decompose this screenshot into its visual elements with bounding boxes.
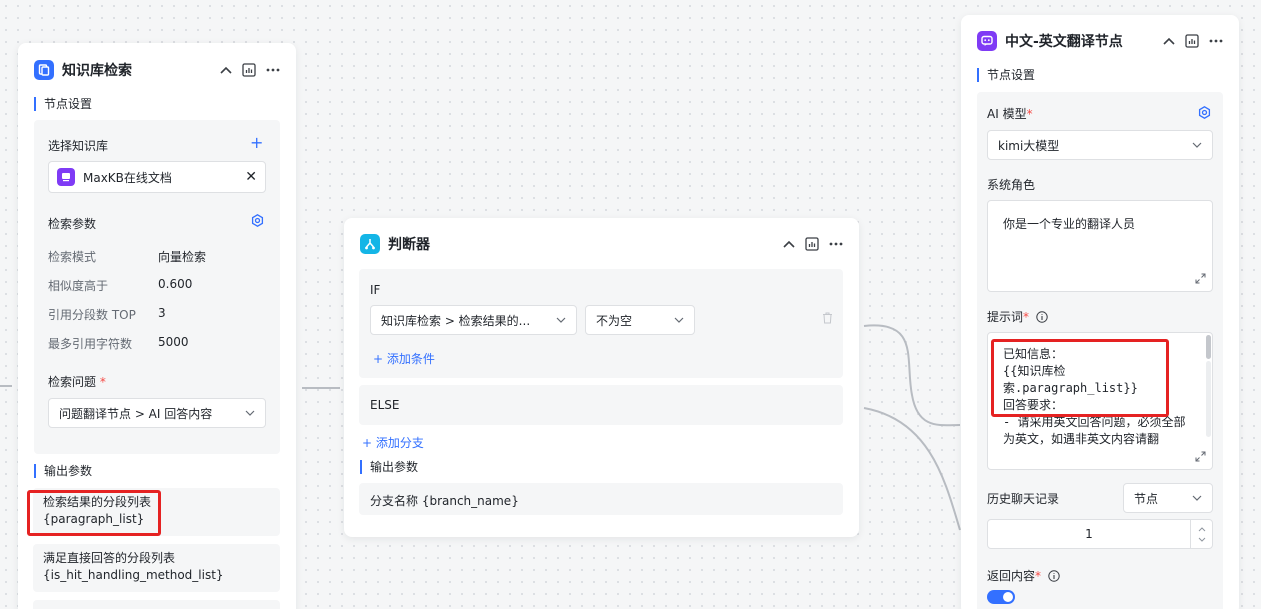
select-kb-label: 选择知识库 bbox=[48, 137, 108, 154]
output-item: 满足直接回答的分段列表 {is_hit_handling_method_list… bbox=[33, 544, 280, 592]
remove-kb-icon[interactable]: ✕ bbox=[245, 169, 257, 185]
history-unit-value: 节点 bbox=[1134, 490, 1192, 507]
chevron-down-icon bbox=[1192, 495, 1202, 501]
history-label: 历史聊天记录 bbox=[987, 490, 1059, 507]
prompt-label: 提示词* bbox=[987, 308, 1048, 325]
param-value: 5000 bbox=[158, 335, 189, 349]
question-label: 检索问题 * bbox=[48, 373, 106, 390]
condition-field-select[interactable]: 知识库检索 > 检索结果的... bbox=[370, 305, 577, 335]
kb-settings-panel: 选择知识库 + MaxKB在线文档 ✕ 检索参数 检索模式 向量检索 相似度高于… bbox=[34, 120, 280, 454]
kb-search-node[interactable]: 知识库检索 节点设置 选择知识库 + MaxKB在线文档 ✕ 检索参数 检索模式… bbox=[18, 43, 296, 609]
ai-model-label: AI 模型* bbox=[987, 105, 1033, 122]
info-icon bbox=[1036, 311, 1048, 323]
stats-icon[interactable] bbox=[242, 62, 256, 78]
chevron-down-icon bbox=[1192, 142, 1202, 148]
question-select[interactable]: 问题翻译节点 > AI 回答内容 bbox=[48, 398, 266, 428]
system-role-input[interactable]: 你是一个专业的翻译人员 bbox=[987, 200, 1213, 292]
trans-node-settings-label: 节点设置 bbox=[977, 68, 1035, 82]
selected-kb-chip[interactable]: MaxKB在线文档 ✕ bbox=[48, 161, 266, 193]
expand-icon[interactable] bbox=[1195, 273, 1206, 287]
info-icon bbox=[1048, 570, 1060, 582]
chevron-down-icon bbox=[674, 317, 684, 323]
trans-settings-panel: AI 模型* kimi大模型 系统角色 你是一个专业的翻译人员 提示词* 已知信… bbox=[977, 92, 1223, 609]
selected-kb-name: MaxKB在线文档 bbox=[83, 169, 245, 186]
system-role-label: 系统角色 bbox=[987, 176, 1035, 193]
highlight-box bbox=[27, 490, 161, 536]
search-params-settings-icon[interactable] bbox=[251, 214, 264, 230]
kb-node-settings-label: 节点设置 bbox=[34, 97, 92, 111]
param-label: 引用分段数 TOP bbox=[48, 306, 136, 323]
chevron-up-icon[interactable] bbox=[1198, 527, 1206, 532]
ai-model-select[interactable]: kimi大模型 bbox=[987, 130, 1213, 160]
expand-icon[interactable] bbox=[1195, 451, 1206, 465]
condition-operator-select[interactable]: 不为空 bbox=[585, 305, 695, 335]
delete-condition-icon[interactable] bbox=[822, 312, 833, 327]
chat-icon bbox=[977, 31, 997, 51]
param-value: 向量检索 bbox=[158, 248, 206, 265]
more-icon[interactable] bbox=[829, 236, 843, 252]
history-count-stepper[interactable]: 1 bbox=[987, 519, 1213, 549]
chevron-down-icon bbox=[556, 317, 566, 323]
add-kb-icon[interactable]: + bbox=[250, 133, 263, 152]
chevron-down-icon bbox=[245, 410, 255, 416]
output-item bbox=[33, 600, 280, 609]
collapse-icon[interactable] bbox=[1163, 33, 1175, 49]
if-label: IF bbox=[370, 283, 380, 297]
param-label: 检索模式 bbox=[48, 248, 96, 265]
param-value: 0.600 bbox=[158, 277, 192, 291]
ai-model-value: kimi大模型 bbox=[998, 137, 1192, 154]
collapse-icon[interactable] bbox=[220, 62, 232, 78]
highlight-box bbox=[991, 339, 1169, 417]
stats-icon[interactable] bbox=[1185, 33, 1199, 49]
condition-node-title: 判断器 bbox=[388, 234, 783, 254]
condition-field-value: 知识库检索 > 检索结果的... bbox=[381, 312, 550, 329]
kb-node-title: 知识库检索 bbox=[62, 60, 220, 80]
add-branch-button[interactable]: + 添加分支 bbox=[362, 434, 424, 451]
add-condition-button[interactable]: + 添加条件 bbox=[373, 350, 435, 367]
search-params-label: 检索参数 bbox=[48, 215, 96, 232]
else-label: ELSE bbox=[370, 398, 399, 412]
kb-node-icon bbox=[34, 60, 54, 80]
prompt-scroll-track bbox=[1206, 361, 1211, 437]
kb-output-label: 输出参数 bbox=[34, 464, 92, 478]
system-role-value: 你是一个专业的翻译人员 bbox=[1003, 215, 1135, 232]
param-label: 相似度高于 bbox=[48, 277, 108, 294]
branch-icon bbox=[360, 234, 380, 254]
history-count-value: 1 bbox=[988, 527, 1190, 541]
doc-icon bbox=[57, 168, 75, 186]
output-item: 分支名称 {branch_name} bbox=[359, 483, 843, 515]
param-label: 最多引用字符数 bbox=[48, 335, 132, 352]
translation-node[interactable]: 中文-英文翻译节点 节点设置 AI 模型* kimi大模型 系统角色 你是一个专… bbox=[961, 15, 1239, 609]
param-value: 3 bbox=[158, 306, 166, 320]
more-icon[interactable] bbox=[266, 62, 280, 78]
condition-operator-value: 不为空 bbox=[596, 312, 674, 329]
prompt-scrollbar[interactable] bbox=[1206, 335, 1211, 359]
model-settings-icon[interactable] bbox=[1198, 106, 1211, 122]
condition-node[interactable]: 判断器 IF 知识库检索 > 检索结果的... 不为空 + 添加条件 ELSE … bbox=[344, 218, 859, 537]
history-unit-select[interactable]: 节点 bbox=[1123, 483, 1213, 513]
translation-node-title: 中文-英文翻译节点 bbox=[1005, 31, 1163, 51]
return-content-label: 返回内容* bbox=[987, 567, 1060, 584]
collapse-icon[interactable] bbox=[783, 236, 795, 252]
more-icon[interactable] bbox=[1209, 33, 1223, 49]
stepper-arrows[interactable] bbox=[1190, 520, 1212, 548]
question-select-value: 问题翻译节点 > AI 回答内容 bbox=[59, 405, 245, 422]
chevron-down-icon[interactable] bbox=[1198, 537, 1206, 542]
stats-icon[interactable] bbox=[805, 236, 819, 252]
if-branch-panel: IF 知识库检索 > 检索结果的... 不为空 + 添加条件 bbox=[359, 269, 843, 378]
condition-output-label: 输出参数 bbox=[360, 460, 418, 474]
else-branch-panel: ELSE bbox=[359, 385, 843, 425]
return-content-toggle[interactable] bbox=[987, 590, 1015, 604]
